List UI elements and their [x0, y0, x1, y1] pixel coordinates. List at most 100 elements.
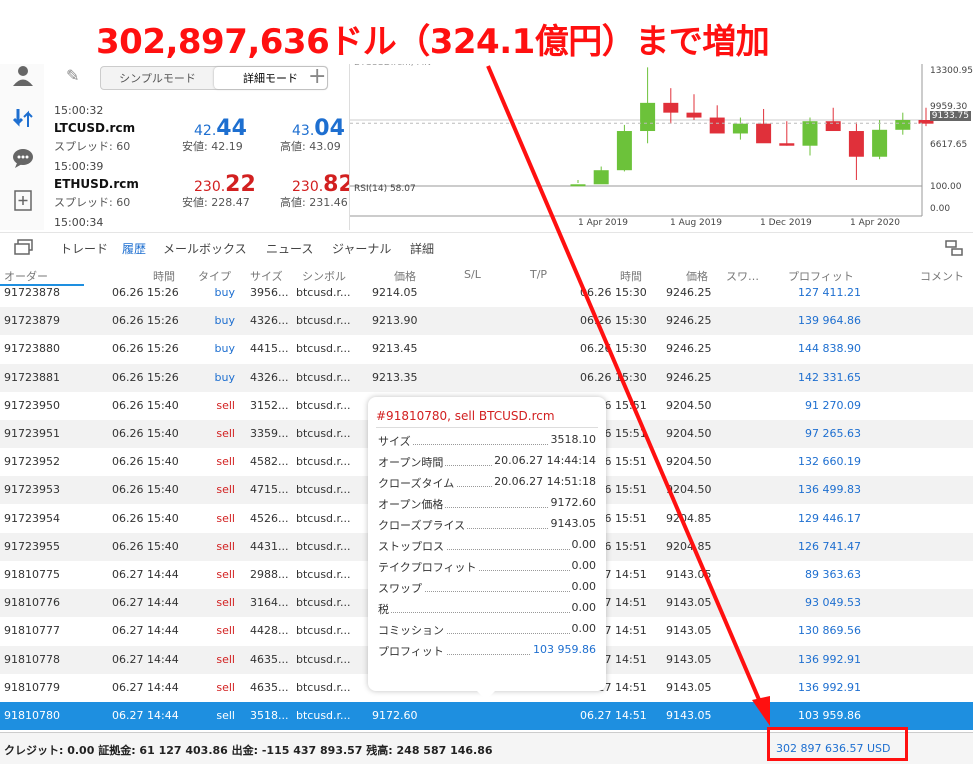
cell-sym: btcusd.r...	[296, 511, 351, 525]
cell-profit: 136 992.91	[798, 652, 861, 666]
cell-size: 4635...	[250, 680, 289, 694]
candle-body	[709, 117, 725, 134]
cell-t1: 06.27 14:44	[112, 652, 179, 666]
popup-field-value: 3518.10	[548, 433, 596, 446]
arrows-icon[interactable]	[11, 106, 35, 130]
popup-divider	[376, 427, 598, 428]
cell-t2: 06.26 15:30	[580, 370, 647, 384]
candle-body	[640, 102, 656, 132]
order-detail-popup: #91810780, sell BTCUSD.rcm サイズ 3518.10 オープ…	[368, 397, 606, 700]
popup-field: コミッション 0.00	[378, 620, 596, 640]
tab-trade[interactable]: トレード	[60, 240, 108, 257]
cell-profit: 136 499.83	[798, 483, 861, 497]
popup-field: ストップロス 0.00	[378, 536, 596, 556]
cell-t2: 06.26 15:30	[580, 342, 647, 356]
layout-icon[interactable]	[944, 239, 964, 260]
cell-order: 91723953	[4, 483, 60, 497]
cell-t1: 06.27 14:44	[112, 709, 179, 722]
cell-order: 91723952	[4, 455, 60, 469]
tab-journal[interactable]: ジャーナル	[332, 240, 391, 257]
cell-sym: btcusd.r...	[296, 680, 351, 694]
x-tick-label: 1 Dec 2019	[760, 218, 812, 228]
cell-size: 4526...	[250, 511, 289, 525]
cell-order: 91810776	[4, 596, 60, 610]
mode-simple-button[interactable]: シンプルモード	[101, 67, 214, 89]
tab-history[interactable]: 履歴	[122, 240, 146, 257]
cell-sym: btcusd.r...	[296, 455, 351, 469]
cell-order: 91723954	[4, 511, 60, 525]
tab-mailbox[interactable]: メールボックス	[163, 240, 247, 257]
cell-sym: btcusd.r...	[296, 342, 351, 356]
quote-time: 15:00:39	[54, 160, 104, 173]
app-root: ✎ シンプルモード 詳細モード + 15:00:32 LTCUSD.rcm スプ…	[0, 0, 973, 764]
popup-field-value: 0.00	[569, 559, 596, 572]
annotation-banner: 302,897,636ドル（324.1億円）まで増加	[0, 0, 973, 64]
cell-p2: 9246.25	[666, 286, 712, 299]
cell-order: 91810780	[4, 709, 60, 722]
candle-body	[593, 170, 609, 185]
cell-type: buy	[214, 370, 235, 384]
cell-p2: 9204.50	[666, 427, 712, 440]
cell-profit: 126 741.47	[798, 539, 861, 553]
popup-arrow	[476, 690, 496, 700]
table-row[interactable]: 91723880 06.26 15:26 buy 4415... btcusd.r...…	[0, 335, 973, 363]
cell-type: sell	[216, 398, 235, 412]
cell-sym: btcusd.r...	[296, 314, 351, 328]
cell-order: 91723881	[4, 370, 60, 384]
cell-profit: 130 869.56	[798, 624, 861, 638]
quote-low: 安値: 42.19	[182, 140, 243, 153]
quote-item[interactable]: 15:00:39 ETHUSD.rcm スプレッド: 60 230.22 230…	[54, 160, 349, 214]
candle-body	[570, 184, 586, 187]
cell-p1: 9213.90	[372, 314, 418, 328]
popup-field-value: 0.00	[569, 622, 596, 635]
price-chart[interactable]: BTCUSD.rcm, MN 13300.95 9959.30 6617.65 …	[350, 56, 973, 230]
terminal-icon[interactable]	[14, 239, 34, 258]
cell-t1: 06.26 15:40	[112, 427, 179, 440]
cell-type: sell	[216, 652, 235, 666]
cell-profit: 144 838.90	[798, 342, 861, 356]
candle-body	[802, 121, 818, 146]
cell-t1: 06.26 15:40	[112, 511, 179, 525]
cell-profit: 142 331.65	[798, 370, 861, 384]
cell-order: 91810777	[4, 624, 60, 638]
rsi-level: 100.00	[930, 182, 962, 192]
cell-order: 91723950	[4, 398, 60, 412]
cell-sym: btcusd.r...	[296, 370, 351, 384]
popup-field: テイクプロフィット 0.00	[378, 557, 596, 577]
quote-item[interactable]: 15:00:34	[54, 216, 349, 230]
cell-t1: 06.27 14:44	[112, 624, 179, 638]
cell-t1: 06.27 14:44	[112, 568, 179, 581]
cell-profit: 139 964.86	[798, 314, 861, 328]
quotes-panel: ✎ シンプルモード 詳細モード + 15:00:32 LTCUSD.rcm スプ…	[44, 56, 350, 230]
cell-t1: 06.26 15:26	[112, 370, 179, 384]
cell-t1: 06.26 15:40	[112, 483, 179, 497]
table-row[interactable]: 91810780 06.27 14:44 sell 3518... btcusd.r..…	[0, 702, 973, 730]
add-doc-icon[interactable]	[11, 188, 35, 212]
summary-text: クレジット: 0.00 証拠金: 61 127 403.86 出金: -115 …	[4, 744, 493, 757]
cell-size: 3164...	[250, 596, 289, 610]
cell-p1: 9172.60	[372, 709, 418, 722]
cell-p2: 9204.85	[666, 511, 712, 525]
cell-sym: btcusd.r...	[296, 568, 351, 581]
person-icon[interactable]	[11, 64, 35, 88]
cell-sym: btcusd.r...	[296, 427, 351, 440]
popup-field-label: クローズプライス	[378, 517, 468, 533]
popup-field: クローズプライス 9143.05	[378, 515, 596, 535]
pencil-icon[interactable]: ✎	[66, 66, 79, 85]
table-row[interactable]: 91723881 06.26 15:26 buy 4326... btcusd.r...…	[0, 363, 973, 392]
tab-news[interactable]: ニュース	[266, 240, 313, 257]
chat-icon[interactable]	[11, 146, 35, 170]
quote-item[interactable]: 15:00:32 LTCUSD.rcm スプレッド: 60 42.44 43.0…	[54, 104, 349, 158]
price-label: 6617.65	[930, 140, 968, 150]
cell-size: 3518...	[250, 709, 289, 722]
cell-order: 91723880	[4, 342, 60, 356]
add-symbol-icon[interactable]: +	[308, 64, 326, 89]
tab-details[interactable]: 詳細	[410, 240, 434, 257]
popup-field: クローズタイム 20.06.27 14:51:18	[378, 473, 596, 493]
table-row[interactable]: 91723879 06.26 15:26 buy 4326... btcusd.r...…	[0, 307, 973, 336]
mode-switch: シンプルモード 詳細モード	[100, 66, 328, 90]
cell-t1: 06.26 15:26	[112, 342, 179, 356]
cell-sym: btcusd.r...	[296, 596, 351, 610]
popup-field-label: スワップ	[378, 580, 424, 596]
table-row[interactable]: 91723878 06.26 15:26 buy 3956... btcusd.r...…	[0, 279, 973, 307]
